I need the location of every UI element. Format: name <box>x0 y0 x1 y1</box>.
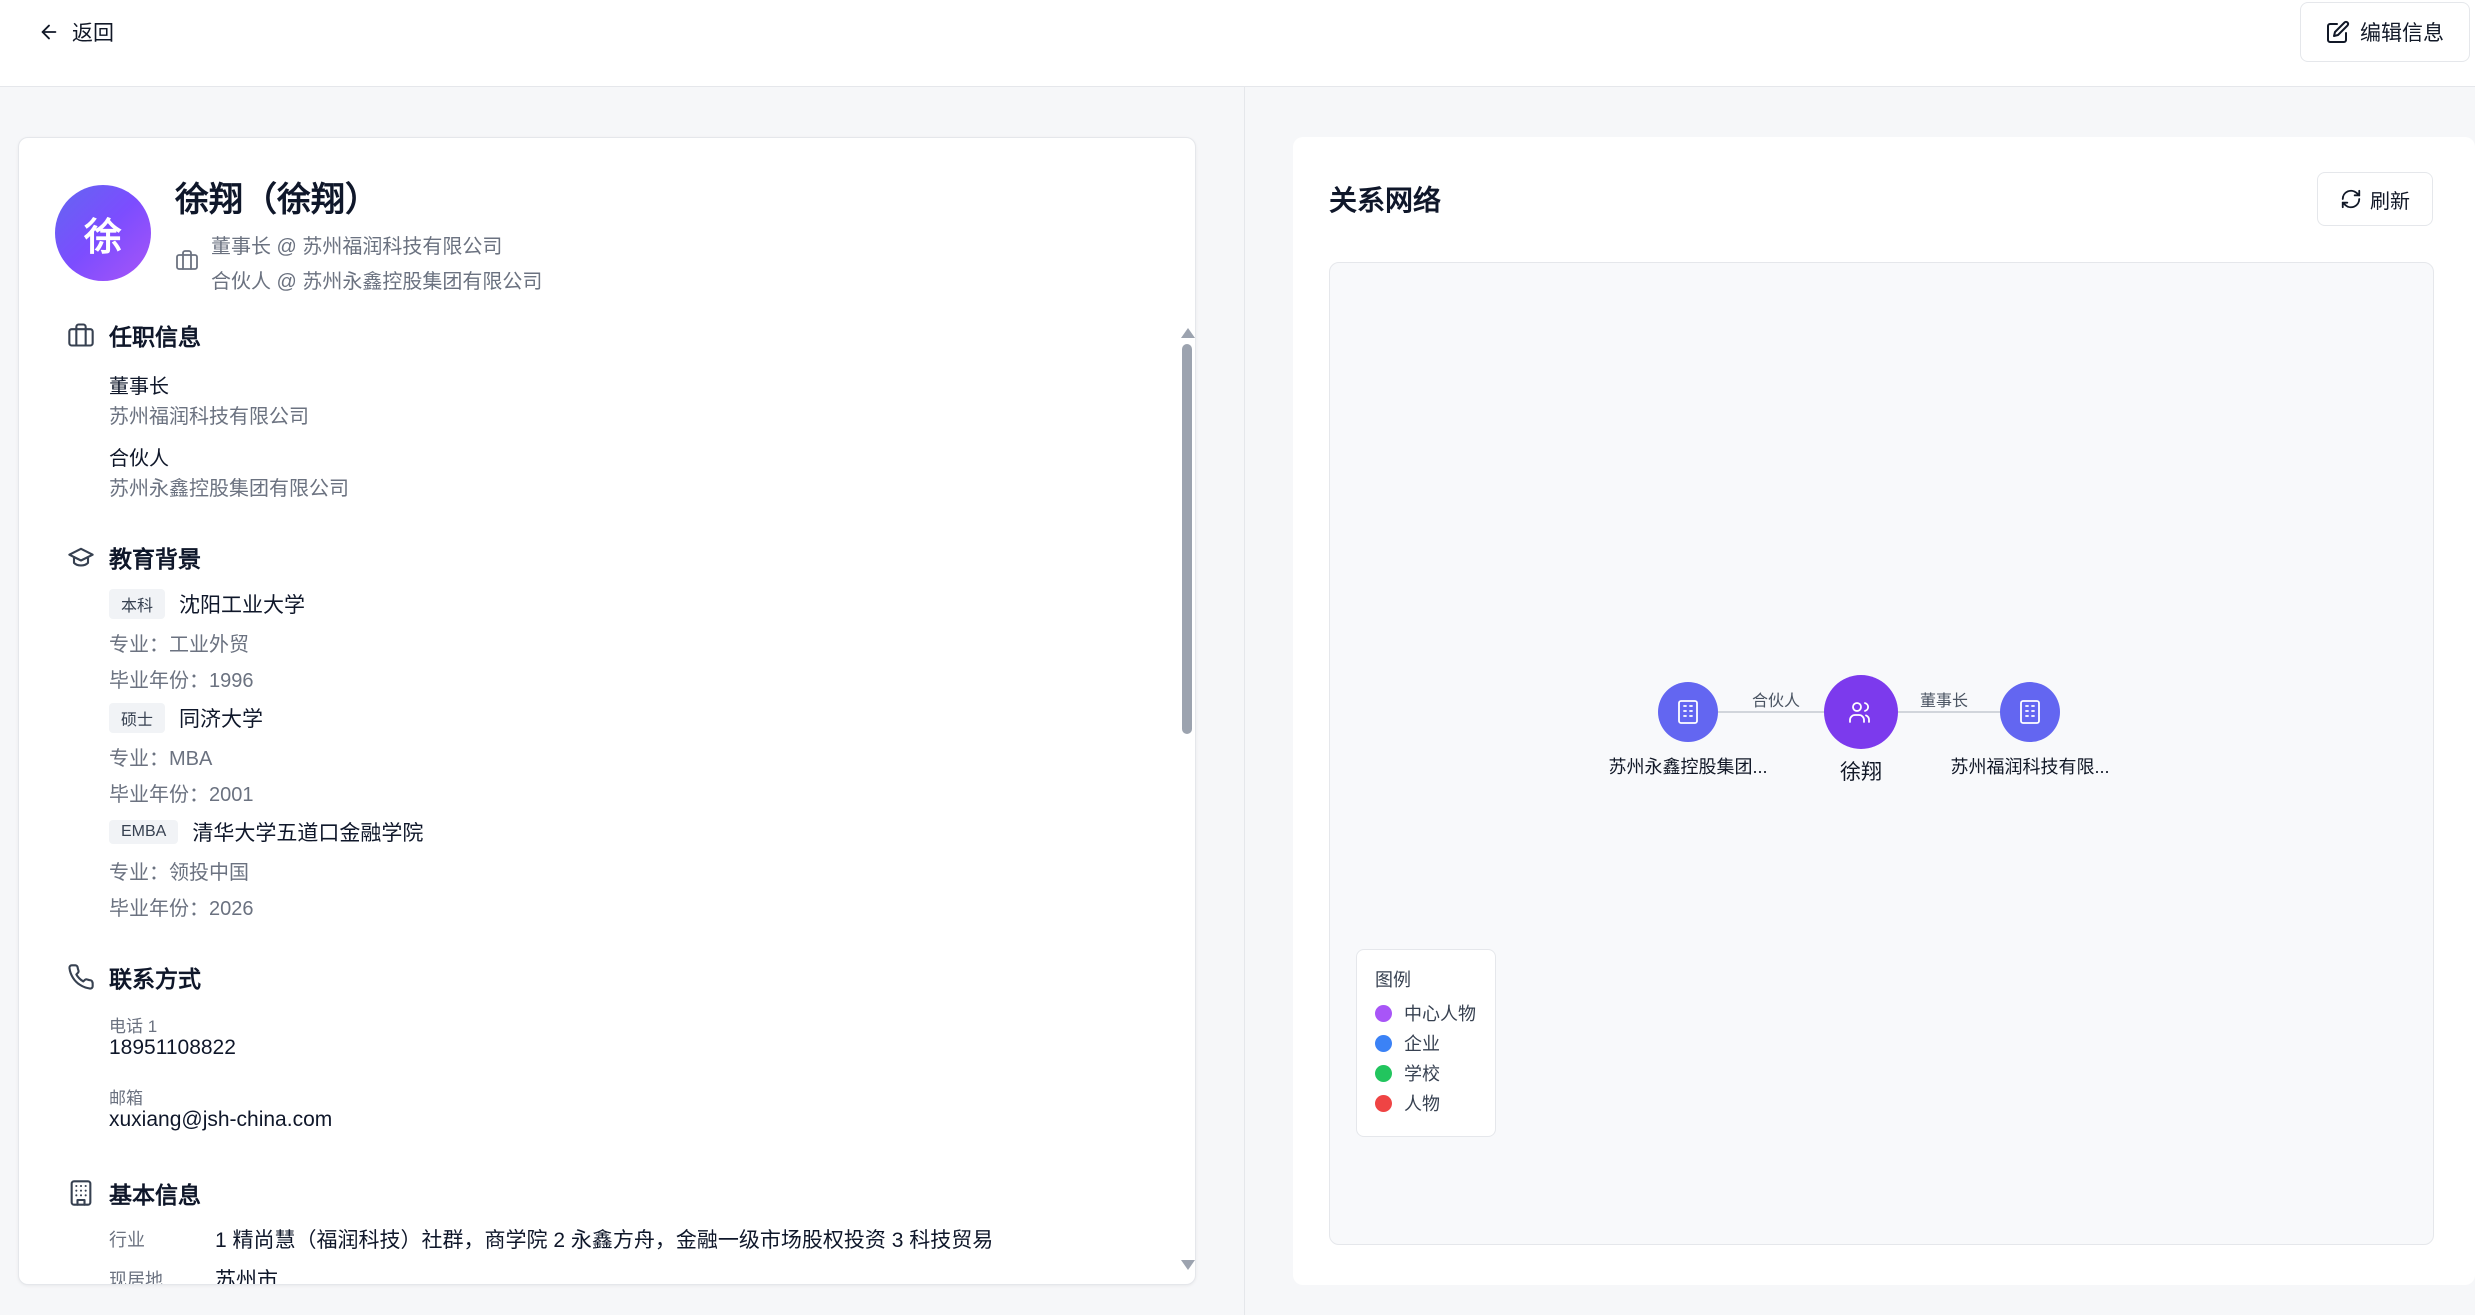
job-org: 苏州永鑫控股集团有限公司 <box>109 478 349 500</box>
phone-label: 电话 1 <box>109 1017 158 1036</box>
email-label: 邮箱 <box>109 1089 143 1108</box>
node-label: 苏州永鑫控股集团... <box>1608 757 1767 777</box>
node-company[interactable]: 苏州永鑫控股集团... <box>1608 682 1768 777</box>
profile-card: 徐 徐翔（徐翔） 董事长 @ 苏州福润科技有限公司 合伙人 @ 苏州永鑫控股集团… <box>18 137 1196 1285</box>
job-role: 合伙人 <box>109 448 169 470</box>
legend-dot <box>1375 1094 1392 1112</box>
scroll-thumb[interactable] <box>1182 344 1192 734</box>
node-company[interactable]: 苏州福润科技有限... <box>1950 682 2110 777</box>
location-label: 现居地 <box>109 1270 163 1285</box>
briefcase-icon <box>68 323 94 347</box>
industry-value: 1 精尚慧（福润科技）社群，商学院 2 永鑫方舟，金融一级市场股权投资 3 科技… <box>215 1229 994 1252</box>
job-org: 苏州福润科技有限公司 <box>109 406 309 428</box>
email-value: xuxiang@jsh-china.com <box>109 1108 333 1131</box>
edge-label: 董事长 <box>1920 692 1968 710</box>
school-name: 同济大学 <box>179 708 264 731</box>
back-label: 返回 <box>72 22 114 45</box>
section-education-title: 教育背景 <box>67 540 201 574</box>
back-button[interactable]: 返回 <box>38 14 114 50</box>
phone-icon <box>68 964 94 990</box>
education-year: 毕业年份：2026 <box>109 898 254 920</box>
education-item: 本科 沈阳工业大学 <box>109 589 305 619</box>
column-divider <box>1244 87 1245 1315</box>
job-role: 董事长 <box>109 376 169 398</box>
education-major: 专业：MBA <box>109 748 213 770</box>
section-basic-title: 基本信息 <box>67 1176 201 1210</box>
scroll-down-arrow[interactable] <box>1181 1260 1195 1270</box>
education-year: 毕业年份：2001 <box>109 784 254 806</box>
node-label: 徐翔 <box>1840 761 1882 784</box>
node-circle <box>2000 682 2060 742</box>
legend-title: 图例 <box>1375 970 1411 990</box>
refresh-label: 刷新 <box>2370 190 2410 213</box>
graph-legend: 图例 中心人物 企业 学校 人物 <box>1356 949 1496 1137</box>
section-job-title: 任职信息 <box>67 318 201 352</box>
location-value: 苏州市 <box>215 1269 278 1285</box>
scroll-up-arrow[interactable] <box>1181 328 1195 338</box>
position-line: 董事长 @ 苏州福润科技有限公司 <box>211 236 503 258</box>
building-icon <box>70 1180 92 1206</box>
degree-badge: 硕士 <box>109 703 166 733</box>
degree-badge: 本科 <box>109 589 166 619</box>
vertical-scrollbar[interactable] <box>1179 328 1195 1278</box>
person-name: 徐翔（徐翔） <box>175 180 379 220</box>
node-label: 苏州福润科技有限... <box>1950 757 2109 777</box>
section-contact-title: 联系方式 <box>67 960 201 994</box>
degree-badge: EMBA <box>109 820 179 844</box>
education-major: 专业：领投中国 <box>109 862 249 884</box>
position-line: 合伙人 @ 苏州永鑫控股集团有限公司 <box>211 271 543 293</box>
legend-item: 中心人物 <box>1375 1000 1476 1026</box>
education-item: EMBA 清华大学五道口金融学院 <box>109 817 423 847</box>
refresh-button[interactable]: 刷新 <box>2317 172 2433 226</box>
legend-dot <box>1375 1004 1392 1022</box>
refresh-icon <box>2341 189 2361 209</box>
education-major: 专业：工业外贸 <box>109 634 249 656</box>
legend-item: 企业 <box>1375 1030 1440 1056</box>
edge-label: 合伙人 <box>1752 692 1800 710</box>
avatar: 徐 <box>55 185 151 281</box>
network-title: 关系网络 <box>1329 185 1442 216</box>
industry-label: 行业 <box>109 1230 145 1250</box>
education-year: 毕业年份：1996 <box>109 670 254 692</box>
legend-item: 人物 <box>1375 1090 1440 1116</box>
legend-dot <box>1375 1064 1392 1082</box>
school-name: 沈阳工业大学 <box>179 594 306 617</box>
edit-info-label: 编辑信息 <box>2360 22 2444 45</box>
node-circle <box>1658 682 1718 742</box>
edit-info-button[interactable]: 编辑信息 <box>2300 2 2470 62</box>
legend-dot <box>1375 1034 1392 1052</box>
profile-detail-scroll[interactable]: 任职信息 董事长 苏州福润科技有限公司 合伙人 苏州永鑫控股集团有限公司 教育背… <box>19 308 1195 1285</box>
top-bar: 返回 编辑信息 <box>0 0 2475 87</box>
arrow-left-icon <box>41 24 57 40</box>
node-circle <box>1824 675 1898 749</box>
network-graph[interactable]: 合伙人 董事长 苏州永鑫控股集团... 徐翔 苏州福润科技有限... 图例 中心… <box>1329 262 2434 1245</box>
legend-item: 学校 <box>1375 1060 1440 1086</box>
edit-icon <box>2327 20 2350 43</box>
education-item: 硕士 同济大学 <box>109 703 263 733</box>
node-center-person[interactable]: 徐翔 <box>1824 675 1898 784</box>
briefcase-icon <box>176 250 198 270</box>
network-card: 关系网络 刷新 合伙人 董事长 苏州永鑫控股集团... 徐翔 苏州福润科技有限.… <box>1293 137 2475 1285</box>
school-name: 清华大学五道口金融学院 <box>192 822 424 845</box>
graduation-cap-icon <box>68 547 94 567</box>
phone-value: 18951108822 <box>109 1036 236 1059</box>
